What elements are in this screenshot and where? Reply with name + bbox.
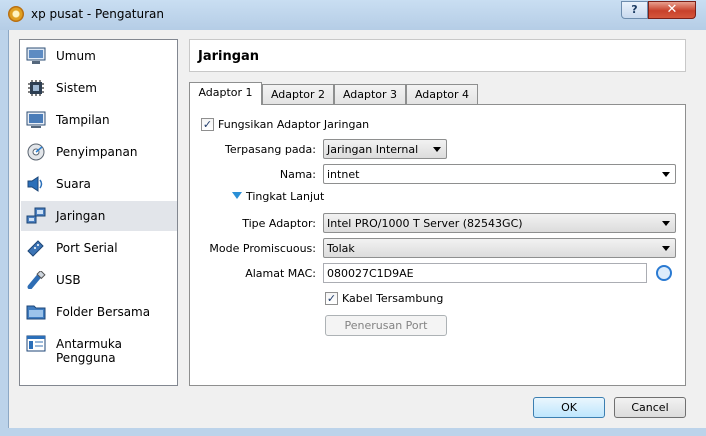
chip-icon	[28, 80, 44, 96]
monitor-icon	[26, 47, 46, 64]
disk-icon	[27, 143, 45, 161]
name-field-label: Nama:	[279, 168, 316, 181]
chevron-down-icon	[662, 221, 670, 226]
name-combobox[interactable]: intnet	[323, 164, 676, 184]
tab-adaptor-2[interactable]: Adaptor 2	[262, 84, 334, 104]
cable-connected-label: Kabel Tersambung	[342, 292, 444, 305]
settings-sidebar: Umum Sistem Tampilan Penyimpanan Suara J…	[19, 39, 178, 386]
adapter-type-select[interactable]: Intel PRO/1000 T Server (82543GC)	[323, 213, 676, 233]
advanced-toggle-label[interactable]: Tingkat Lanjut	[246, 190, 324, 203]
display-icon	[26, 111, 46, 128]
attached-to-select[interactable]: Jaringan Internal	[323, 139, 447, 159]
promiscuous-select[interactable]: Tolak	[323, 238, 676, 258]
mac-address-input[interactable]: 080027C1D9AE	[323, 263, 647, 283]
help-button[interactable]: ?	[621, 1, 648, 19]
adapter-type-label: Tipe Adaptor:	[242, 217, 316, 230]
enable-adapter-checkbox[interactable]: ✓	[201, 118, 214, 131]
serial-port-icon	[27, 240, 44, 257]
refresh-mac-icon[interactable]	[656, 265, 672, 281]
sidebar-item-sistem[interactable]: Sistem	[21, 73, 177, 103]
folder-icon	[26, 305, 46, 320]
page-title: Jaringan	[198, 49, 260, 64]
title-bar: xp pusat - Pengaturan ? ✕	[0, 0, 706, 30]
sidebar-item-usb[interactable]: USB	[21, 265, 177, 295]
ok-button[interactable]: OK	[533, 397, 605, 418]
speaker-icon	[27, 176, 43, 192]
cable-connected-checkbox[interactable]: ✓	[325, 292, 338, 305]
tab-adaptor-1[interactable]: Adaptor 1	[189, 82, 262, 105]
network-icon	[26, 207, 46, 224]
sidebar-item-suara[interactable]: Suara	[21, 169, 177, 199]
sidebar-item-port-serial[interactable]: Port Serial	[21, 233, 177, 263]
enable-adapter-label: Fungsikan Adaptor Jaringan	[218, 118, 370, 131]
promiscuous-label: Mode Promiscuous:	[209, 242, 316, 255]
ui-window-icon	[26, 335, 46, 352]
adapter-settings: ✓ Fungsikan Adaptor Jaringan Terpasang p…	[189, 104, 686, 386]
tab-adaptor-4[interactable]: Adaptor 4	[406, 84, 478, 104]
chevron-down-icon	[662, 172, 670, 177]
chevron-down-icon	[662, 246, 670, 251]
attached-to-label: Terpasang pada:	[225, 143, 316, 156]
panel-header: Jaringan	[189, 39, 686, 72]
network-panel: Jaringan Adaptor 1 Adaptor 2 Adaptor 3 A…	[189, 39, 686, 386]
close-button[interactable]: ✕	[648, 1, 696, 19]
dialog-client: Umum Sistem Tampilan Penyimpanan Suara J…	[8, 30, 706, 428]
port-forwarding-button[interactable]: Penerusan Port	[325, 315, 447, 336]
sidebar-item-tampilan[interactable]: Tampilan	[21, 105, 177, 135]
app-gear-icon	[8, 6, 24, 22]
sidebar-item-jaringan[interactable]: Jaringan	[21, 201, 177, 231]
window-title: xp pusat - Pengaturan	[31, 7, 164, 21]
sidebar-item-umum[interactable]: Umum	[21, 41, 177, 71]
usb-icon	[27, 271, 46, 289]
sidebar-item-penyimpanan[interactable]: Penyimpanan	[21, 137, 177, 167]
tab-adaptor-3[interactable]: Adaptor 3	[334, 84, 406, 104]
sidebar-item-antarmuka-pengguna[interactable]: Antarmuka Pengguna	[21, 329, 177, 365]
sidebar-item-folder-bersama[interactable]: Folder Bersama	[21, 297, 177, 327]
advanced-toggle-icon[interactable]	[232, 192, 242, 199]
chevron-down-icon	[433, 147, 441, 152]
mac-label: Alamat MAC:	[245, 267, 316, 280]
cancel-button[interactable]: Cancel	[614, 397, 686, 418]
